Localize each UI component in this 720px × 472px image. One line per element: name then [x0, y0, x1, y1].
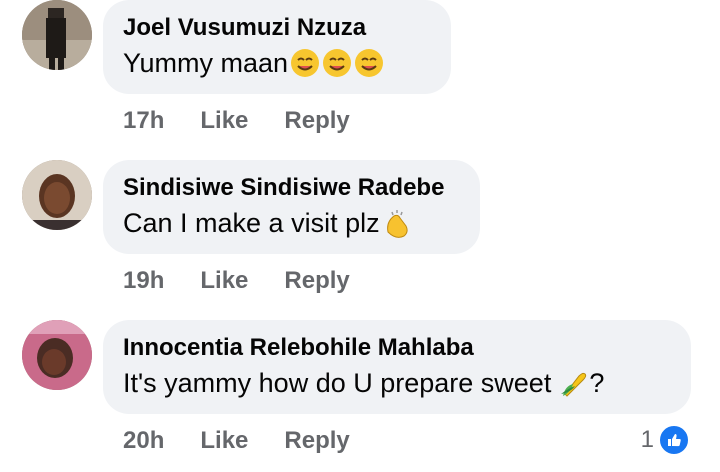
smiling-face-icon [291, 49, 320, 77]
commenter-name[interactable]: Joel Vusumuzi Nzuza [123, 12, 431, 44]
reply-button[interactable]: Reply [284, 267, 349, 295]
comment-timestamp[interactable]: 19h [123, 267, 164, 295]
comment-text: Yummy maan [123, 44, 431, 82]
smiling-face-icon [355, 49, 384, 77]
comment-text: It's yammy how do U prepare sweet ? [123, 364, 671, 402]
comment-timestamp[interactable]: 17h [123, 107, 164, 135]
clapping-hands-icon [386, 210, 408, 238]
commenter-name[interactable]: Sindisiwe Sindisiwe Radebe [123, 172, 460, 204]
comment-bubble: Sindisiwe Sindisiwe Radebe Can I make a … [103, 160, 480, 254]
comment-text-body: Can I make a visit plz [123, 208, 380, 238]
comment-timestamp[interactable]: 20h [123, 427, 164, 455]
commenter-name[interactable]: Innocentia Relebohile Mahlaba [123, 332, 671, 364]
reply-button[interactable]: Reply [284, 427, 349, 455]
comment-actions: 19h Like Reply [123, 267, 350, 295]
smiling-face-icon [323, 49, 352, 77]
comment-text-body: It's yammy how do U prepare sweet [123, 368, 552, 398]
comment-text-body: Yummy maan [123, 48, 289, 78]
avatar[interactable] [22, 320, 92, 390]
like-button[interactable]: Like [200, 427, 248, 455]
reply-button[interactable]: Reply [284, 107, 349, 135]
avatar[interactable] [22, 160, 92, 230]
reaction-count: 1 [640, 426, 654, 453]
avatar[interactable] [22, 0, 92, 70]
comment-bubble: Joel Vusumuzi Nzuza Yummy maan [103, 0, 451, 94]
like-button[interactable]: Like [200, 107, 248, 135]
comment-text: Can I make a visit plz [123, 204, 460, 242]
comment-bubble: Innocentia Relebohile Mahlaba It's yammy… [103, 320, 691, 414]
comment-text-suffix: ? [589, 368, 605, 398]
thumbs-up-icon [658, 424, 690, 456]
like-button[interactable]: Like [200, 267, 248, 295]
corn-icon [561, 372, 587, 397]
reaction-summary[interactable]: 1 [641, 424, 690, 456]
comment-actions: 17h Like Reply [123, 107, 350, 135]
comment-actions: 20h Like Reply [123, 427, 350, 455]
